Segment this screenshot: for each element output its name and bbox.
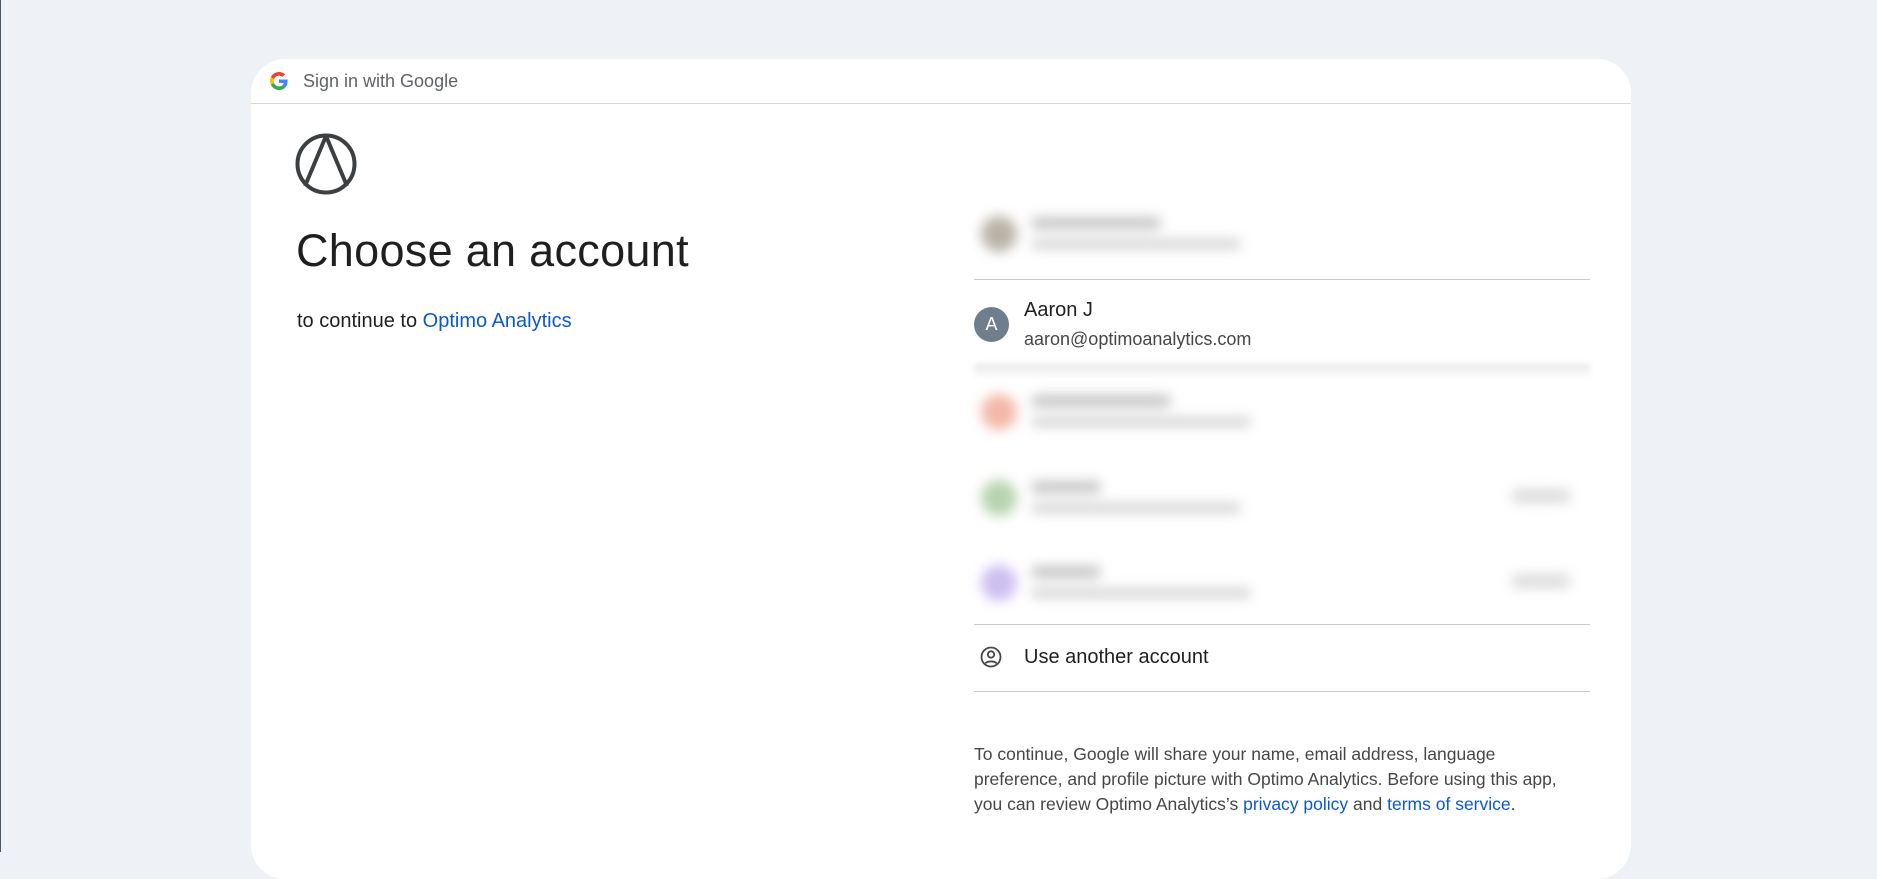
blurred-account-row [971,463,1591,533]
row-shadow [974,364,1590,378]
avatar [981,565,1017,601]
optimo-analytics-logo [295,133,357,195]
blurred-account-row [971,377,1591,447]
blurred-account-row [971,548,1591,618]
account-name: Aaron J [1024,299,1093,321]
avatar [981,216,1017,252]
window-left-edge [0,0,1,852]
header-title: Sign in with Google [303,70,459,91]
subtitle-prefix: to continue to [297,310,418,332]
consent-disclaimer: To continue, Google will share your name… [974,744,1557,814]
app-name-link[interactable]: Optimo Analytics [423,310,572,332]
divider [974,691,1590,692]
page-title: Choose an account [296,225,689,276]
avatar [981,394,1017,430]
divider [974,279,1590,280]
avatar [981,480,1017,516]
account-circle-icon [980,646,1002,668]
google-g-icon [270,72,288,90]
avatar: A [974,307,1009,342]
account-row-aaron[interactable]: A Aaron J aaron@optimoanalytics.com [974,281,1590,365]
account-chooser: A Aaron J aaron@optimoanalytics.com Use … [971,59,1596,879]
use-another-account-button[interactable]: Use another account [974,625,1590,691]
blurred-account-row [971,199,1591,269]
subtitle: to continue to Optimo Analytics [297,310,572,333]
use-another-account-label: Use another account [1024,646,1209,668]
sign-in-card: Sign in with Google Choose an account to… [251,59,1631,879]
terms-of-service-link[interactable]: terms of service [1387,794,1511,814]
privacy-policy-link[interactable]: privacy policy [1243,794,1348,814]
account-email: aaron@optimoanalytics.com [1024,329,1252,349]
